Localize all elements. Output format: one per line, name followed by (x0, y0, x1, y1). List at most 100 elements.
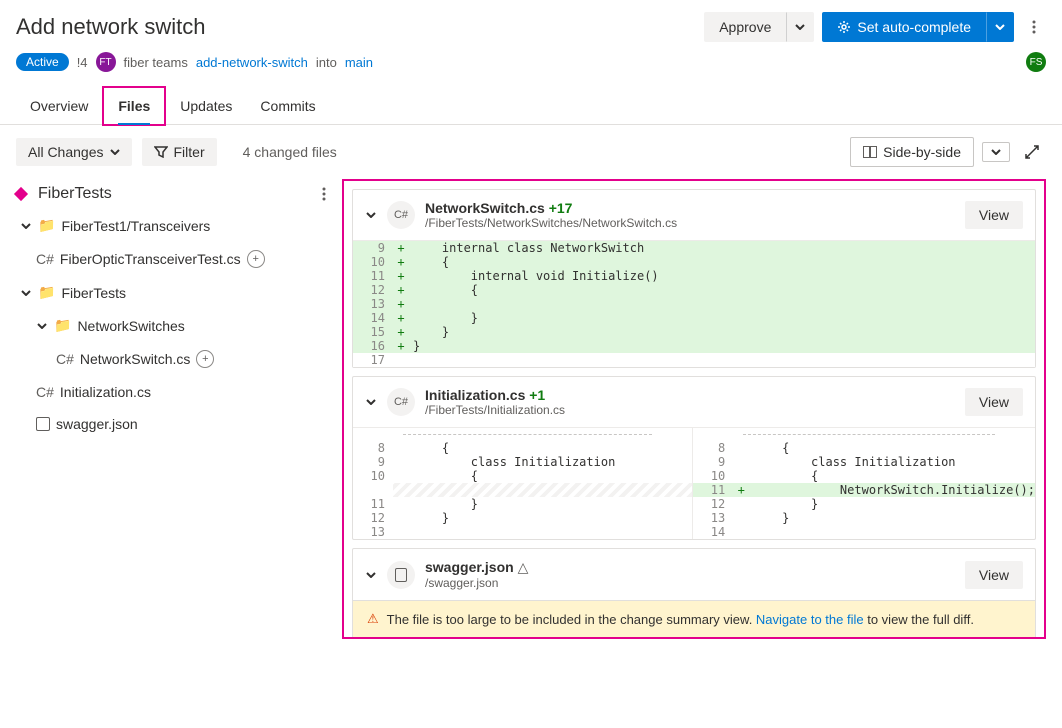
file-diff-block: C# NetworkSwitch.cs +17 /FiberTests/Netw… (352, 189, 1036, 368)
view-button[interactable]: View (965, 561, 1023, 589)
file-icon (36, 417, 50, 431)
file-name: NetworkSwitch.cs (425, 200, 545, 216)
tabs: Overview Files Updates Commits (0, 88, 1062, 125)
code-line: 13 } (693, 511, 1035, 525)
view-button[interactable]: View (965, 201, 1023, 229)
approve-button[interactable]: Approve (704, 12, 786, 42)
kebab-icon (1032, 20, 1036, 34)
user-avatar[interactable]: FS (1026, 52, 1046, 72)
all-changes-dropdown[interactable]: All Changes (16, 138, 132, 166)
collapse-toggle[interactable] (365, 209, 377, 221)
file-path: /FiberTests/Initialization.cs (425, 403, 565, 417)
file-name: swagger.json (425, 559, 514, 575)
code-line: 12+ { (353, 283, 1035, 297)
approve-button-group: Approve (704, 12, 814, 42)
gear-icon (837, 20, 851, 34)
folder-icon: 📁 (54, 317, 71, 334)
chevron-down-icon (110, 149, 120, 155)
folder-icon: 📁 (38, 217, 55, 234)
cs-icon: C# (387, 201, 415, 229)
team-name: fiber teams (124, 55, 188, 70)
diff-stat: +17 (549, 200, 573, 216)
tree-file[interactable]: C# FiberOpticTransceiverTest.cs + (16, 242, 326, 276)
autocomplete-button-group: Set auto-complete (822, 12, 1014, 42)
code-line: 10+ { (353, 255, 1035, 269)
into-label: into (316, 55, 337, 70)
source-branch-link[interactable]: add-network-switch (196, 55, 308, 70)
approve-dropdown[interactable] (786, 12, 814, 42)
view-mode-arrow[interactable] (982, 142, 1010, 162)
code-line: 16+} (353, 339, 1035, 353)
status-badge: Active (16, 53, 69, 71)
cs-icon: C# (36, 384, 54, 400)
team-avatar[interactable]: FT (96, 52, 116, 72)
code-line: 9 class Initialization (693, 455, 1035, 469)
repo-name: FiberTests (38, 185, 112, 203)
collapse-toggle[interactable] (365, 396, 377, 408)
sidebar-more-button[interactable] (322, 187, 326, 201)
collapse-toggle[interactable] (365, 569, 377, 581)
tab-files[interactable]: Files (102, 86, 166, 126)
chevron-down-icon (21, 290, 31, 296)
side-by-side-icon (863, 146, 877, 158)
file-path: /FiberTests/NetworkSwitches/NetworkSwitc… (425, 216, 677, 230)
page-title: Add network switch (16, 14, 206, 40)
navigate-file-link[interactable]: Navigate to the file (756, 612, 864, 627)
code-line: 8 { (353, 441, 692, 455)
code-line: 10 { (353, 469, 692, 483)
autocomplete-dropdown[interactable] (986, 12, 1014, 42)
tab-commits[interactable]: Commits (246, 88, 329, 124)
chevron-down-icon (795, 24, 805, 30)
code-line: 12 } (693, 497, 1035, 511)
tree-file[interactable]: swagger.json (16, 408, 326, 440)
code-line: 15+ } (353, 325, 1035, 339)
code-line: 13+ (353, 297, 1035, 311)
diff-stat: +1 (529, 387, 545, 403)
chevron-down-icon (995, 24, 1005, 30)
tree-file[interactable]: C# Initialization.cs (16, 376, 326, 408)
code-line: 8 { (693, 441, 1035, 455)
file-name: Initialization.cs (425, 387, 525, 403)
code-line: 17 (353, 353, 1035, 367)
chevron-down-icon (366, 399, 376, 405)
file-icon (387, 561, 415, 589)
code-line: 13 (353, 525, 692, 539)
changed-count: 4 changed files (243, 144, 337, 160)
cs-icon: C# (36, 251, 54, 267)
placeholder-line (393, 483, 692, 497)
chevron-down-icon (21, 223, 31, 229)
set-autocomplete-button[interactable]: Set auto-complete (822, 12, 986, 42)
folder-icon: 📁 (38, 284, 55, 301)
code-line: 11+ NetworkSwitch.Initialize(); (693, 483, 1035, 497)
tree-folder[interactable]: 📁 NetworkSwitches (16, 309, 326, 342)
filter-icon (154, 146, 168, 158)
view-button[interactable]: View (965, 388, 1023, 416)
code-line: 10 { (693, 469, 1035, 483)
file-diff-block: C# Initialization.cs +1 /FiberTests/Init… (352, 376, 1036, 540)
code-line: 14 (693, 525, 1035, 539)
tree-file[interactable]: C# NetworkSwitch.cs + (16, 342, 326, 376)
warning-icon: ⚠ (367, 611, 379, 627)
cs-icon: C# (387, 388, 415, 416)
file-diff-block: swagger.json △ /swagger.json View ⚠ The … (352, 548, 1036, 637)
tab-overview[interactable]: Overview (16, 88, 102, 124)
code-line: 11 } (353, 497, 692, 511)
more-actions-button[interactable] (1022, 14, 1046, 40)
tree-folder[interactable]: 📁 FiberTests (16, 276, 326, 309)
alert-text: The file is too large to be included in … (387, 612, 974, 627)
add-comment-icon[interactable]: + (196, 350, 214, 368)
view-mode-dropdown[interactable]: Side-by-side (850, 137, 974, 167)
tree-folder[interactable]: 📁 FiberTest1/Transceivers (16, 209, 326, 242)
fullscreen-button[interactable] (1018, 138, 1046, 166)
code-line: 12 } (353, 511, 692, 525)
code-line: 9 class Initialization (353, 455, 692, 469)
tab-updates[interactable]: Updates (166, 88, 246, 124)
code-line: 14+ } (353, 311, 1035, 325)
code-line: 11+ internal void Initialize() (353, 269, 1035, 283)
target-branch-link[interactable]: main (345, 55, 373, 70)
add-comment-icon[interactable]: + (247, 250, 265, 268)
expand-icon (1024, 144, 1040, 160)
repo-icon (14, 187, 28, 201)
file-path: /swagger.json (425, 576, 528, 590)
filter-button[interactable]: Filter (142, 138, 217, 166)
